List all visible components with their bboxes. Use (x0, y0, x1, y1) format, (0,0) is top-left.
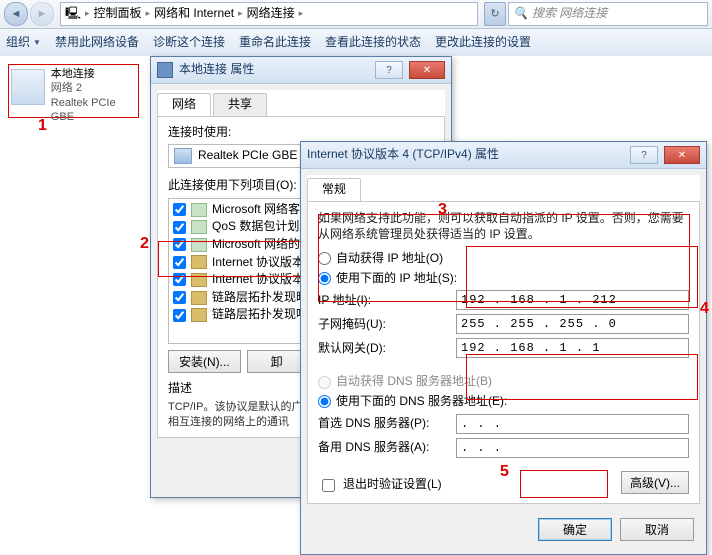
radio-auto-dns: 自动获得 DNS 服务器地址(B) (318, 374, 689, 390)
install-button[interactable]: 安装(N)... (168, 350, 241, 373)
nav-back-button[interactable]: ◄ (4, 2, 28, 26)
connection-adapter: Realtek PCIe GBE (51, 96, 136, 125)
help-button[interactable]: ? (375, 61, 403, 79)
checkbox[interactable] (173, 309, 186, 322)
toolbar-disable[interactable]: 禁用此网络设备 (55, 35, 139, 51)
advanced-button[interactable]: 高级(V)... (621, 471, 689, 494)
radio-use-ip[interactable]: 使用下面的 IP 地址(S): (318, 271, 689, 287)
connection-item[interactable]: 本地连接 网络 2 Realtek PCIe GBE (8, 64, 139, 118)
ipv4-icon (191, 273, 207, 287)
item-label: Internet 协议版本 4 (212, 272, 314, 288)
toolbar: 组织 ▼ 禁用此网络设备 诊断这个连接 重命名此连接 查看此连接的状态 更改此连… (0, 29, 712, 58)
connection-name: 本地连接 (51, 67, 136, 81)
content-area: 本地连接 网络 2 Realtek PCIe GBE 1 2 本地连接 属性 ?… (0, 56, 712, 500)
ipv6-icon (191, 255, 207, 269)
toolbar-organize[interactable]: 组织 ▼ (6, 35, 41, 51)
toolbar-rename[interactable]: 重命名此连接 (239, 35, 311, 51)
checkbox[interactable] (322, 479, 335, 492)
checkbox[interactable] (173, 238, 186, 251)
radio-auto-ip[interactable]: 自动获得 IP 地址(O) (318, 251, 689, 267)
annotation-5: 5 (500, 464, 509, 480)
checkbox[interactable] (173, 273, 186, 286)
close-button[interactable]: ✕ (409, 61, 445, 79)
lltd-icon (191, 291, 207, 305)
radio-label: 自动获得 IP 地址(O) (336, 251, 443, 267)
network-adapter-icon (11, 69, 45, 105)
close-button[interactable]: ✕ (664, 146, 700, 164)
checkbox[interactable] (173, 221, 186, 234)
nav-forward-button: ► (30, 2, 54, 26)
window-title: 本地连接 属性 (179, 62, 369, 78)
intro-text: 如果网络支持此功能，则可以获取自动指派的 IP 设置。否则，您需要从网络系统管理… (318, 210, 689, 244)
gateway-label: 默认网关(D): (318, 341, 448, 357)
radio-label: 自动获得 DNS 服务器地址(B) (336, 374, 492, 390)
breadcrumb-item[interactable]: 网络连接 (247, 6, 295, 22)
radio (318, 376, 331, 389)
dns1-label: 首选 DNS 服务器(P): (318, 416, 448, 432)
ok-button[interactable]: 确定 (538, 518, 612, 541)
tab-network[interactable]: 网络 (157, 93, 211, 116)
radio[interactable] (318, 252, 331, 265)
search-icon: 🔍 (513, 6, 528, 22)
tab-pane: 如果网络支持此功能，则可以获取自动指派的 IP 设置。否则，您需要从网络系统管理… (307, 202, 700, 504)
nic-icon (174, 148, 192, 164)
address-bar: ◄ ► 🖳▸ 控制面板▸ 网络和 Internet▸ 网络连接▸ ↻ 🔍 搜索 … (0, 0, 712, 29)
client-icon (191, 203, 207, 217)
lltd-icon (191, 308, 207, 322)
connection-network: 网络 2 (51, 81, 136, 95)
help-button[interactable]: ? (630, 146, 658, 164)
mask-input[interactable]: 255 . 255 . 255 . 0 (456, 314, 689, 334)
annotation-1: 1 (38, 118, 47, 134)
qos-icon (191, 220, 207, 234)
tabstrip: 网络 共享 (157, 90, 445, 117)
tabstrip: 常规 (307, 175, 700, 202)
radio-label: 使用下面的 DNS 服务器地址(E): (336, 394, 507, 410)
titlebar[interactable]: 本地连接 属性 ? ✕ (151, 57, 451, 84)
window-title: Internet 协议版本 4 (TCP/IPv4) 属性 (307, 147, 624, 163)
dns1-input[interactable]: . . . (456, 414, 689, 434)
radio-label: 使用下面的 IP 地址(S): (336, 271, 457, 287)
toolbar-status[interactable]: 查看此连接的状态 (325, 35, 421, 51)
search-input[interactable]: 🔍 搜索 网络连接 (508, 2, 708, 26)
share-icon (191, 238, 207, 252)
dns2-input[interactable]: . . . (456, 438, 689, 458)
toolbar-change[interactable]: 更改此连接的设置 (435, 35, 531, 51)
radio[interactable] (318, 395, 331, 408)
ip-label: IP 地址(I): (318, 293, 448, 309)
validate-checkbox-row[interactable]: 退出时验证设置(L) (318, 476, 621, 495)
titlebar[interactable]: Internet 协议版本 4 (TCP/IPv4) 属性 ? ✕ (301, 142, 706, 169)
item-label: Internet 协议版本 6 (212, 255, 314, 271)
tab-sharing[interactable]: 共享 (213, 93, 267, 116)
radio[interactable] (318, 272, 331, 285)
ipv4-window: Internet 协议版本 4 (TCP/IPv4) 属性 ? ✕ 常规 如果网… (300, 141, 707, 555)
gateway-input[interactable]: 192 . 168 . 1 . 1 (456, 338, 689, 358)
window-icon (157, 62, 173, 78)
annotation-3: 3 (438, 202, 447, 218)
ip-input[interactable]: 192 . 168 . 1 . 212 (456, 290, 689, 310)
search-placeholder: 搜索 网络连接 (532, 6, 607, 22)
checkbox-label: 退出时验证设置(L) (343, 477, 442, 493)
annotation-2: 2 (140, 236, 149, 252)
mask-label: 子网掩码(U): (318, 317, 448, 333)
breadcrumb-item[interactable]: 控制面板 (94, 6, 142, 22)
dns2-label: 备用 DNS 服务器(A): (318, 440, 448, 456)
chevron-down-icon: ▼ (33, 38, 41, 48)
connect-using-label: 连接时使用: (168, 125, 434, 141)
checkbox[interactable] (173, 256, 186, 269)
uninstall-button[interactable]: 卸 (247, 350, 307, 373)
checkbox[interactable] (173, 203, 186, 216)
cancel-button[interactable]: 取消 (620, 518, 694, 541)
computer-icon: 🖳 (65, 6, 81, 22)
annotation-4: 4 (700, 301, 709, 317)
radio-use-dns[interactable]: 使用下面的 DNS 服务器地址(E): (318, 394, 689, 410)
breadcrumb-item[interactable]: 网络和 Internet (154, 6, 234, 22)
refresh-button[interactable]: ↻ (484, 2, 506, 26)
tab-general[interactable]: 常规 (307, 178, 361, 201)
checkbox[interactable] (173, 291, 186, 304)
toolbar-diagnose[interactable]: 诊断这个连接 (153, 35, 225, 51)
breadcrumb[interactable]: 🖳▸ 控制面板▸ 网络和 Internet▸ 网络连接▸ (60, 2, 478, 26)
